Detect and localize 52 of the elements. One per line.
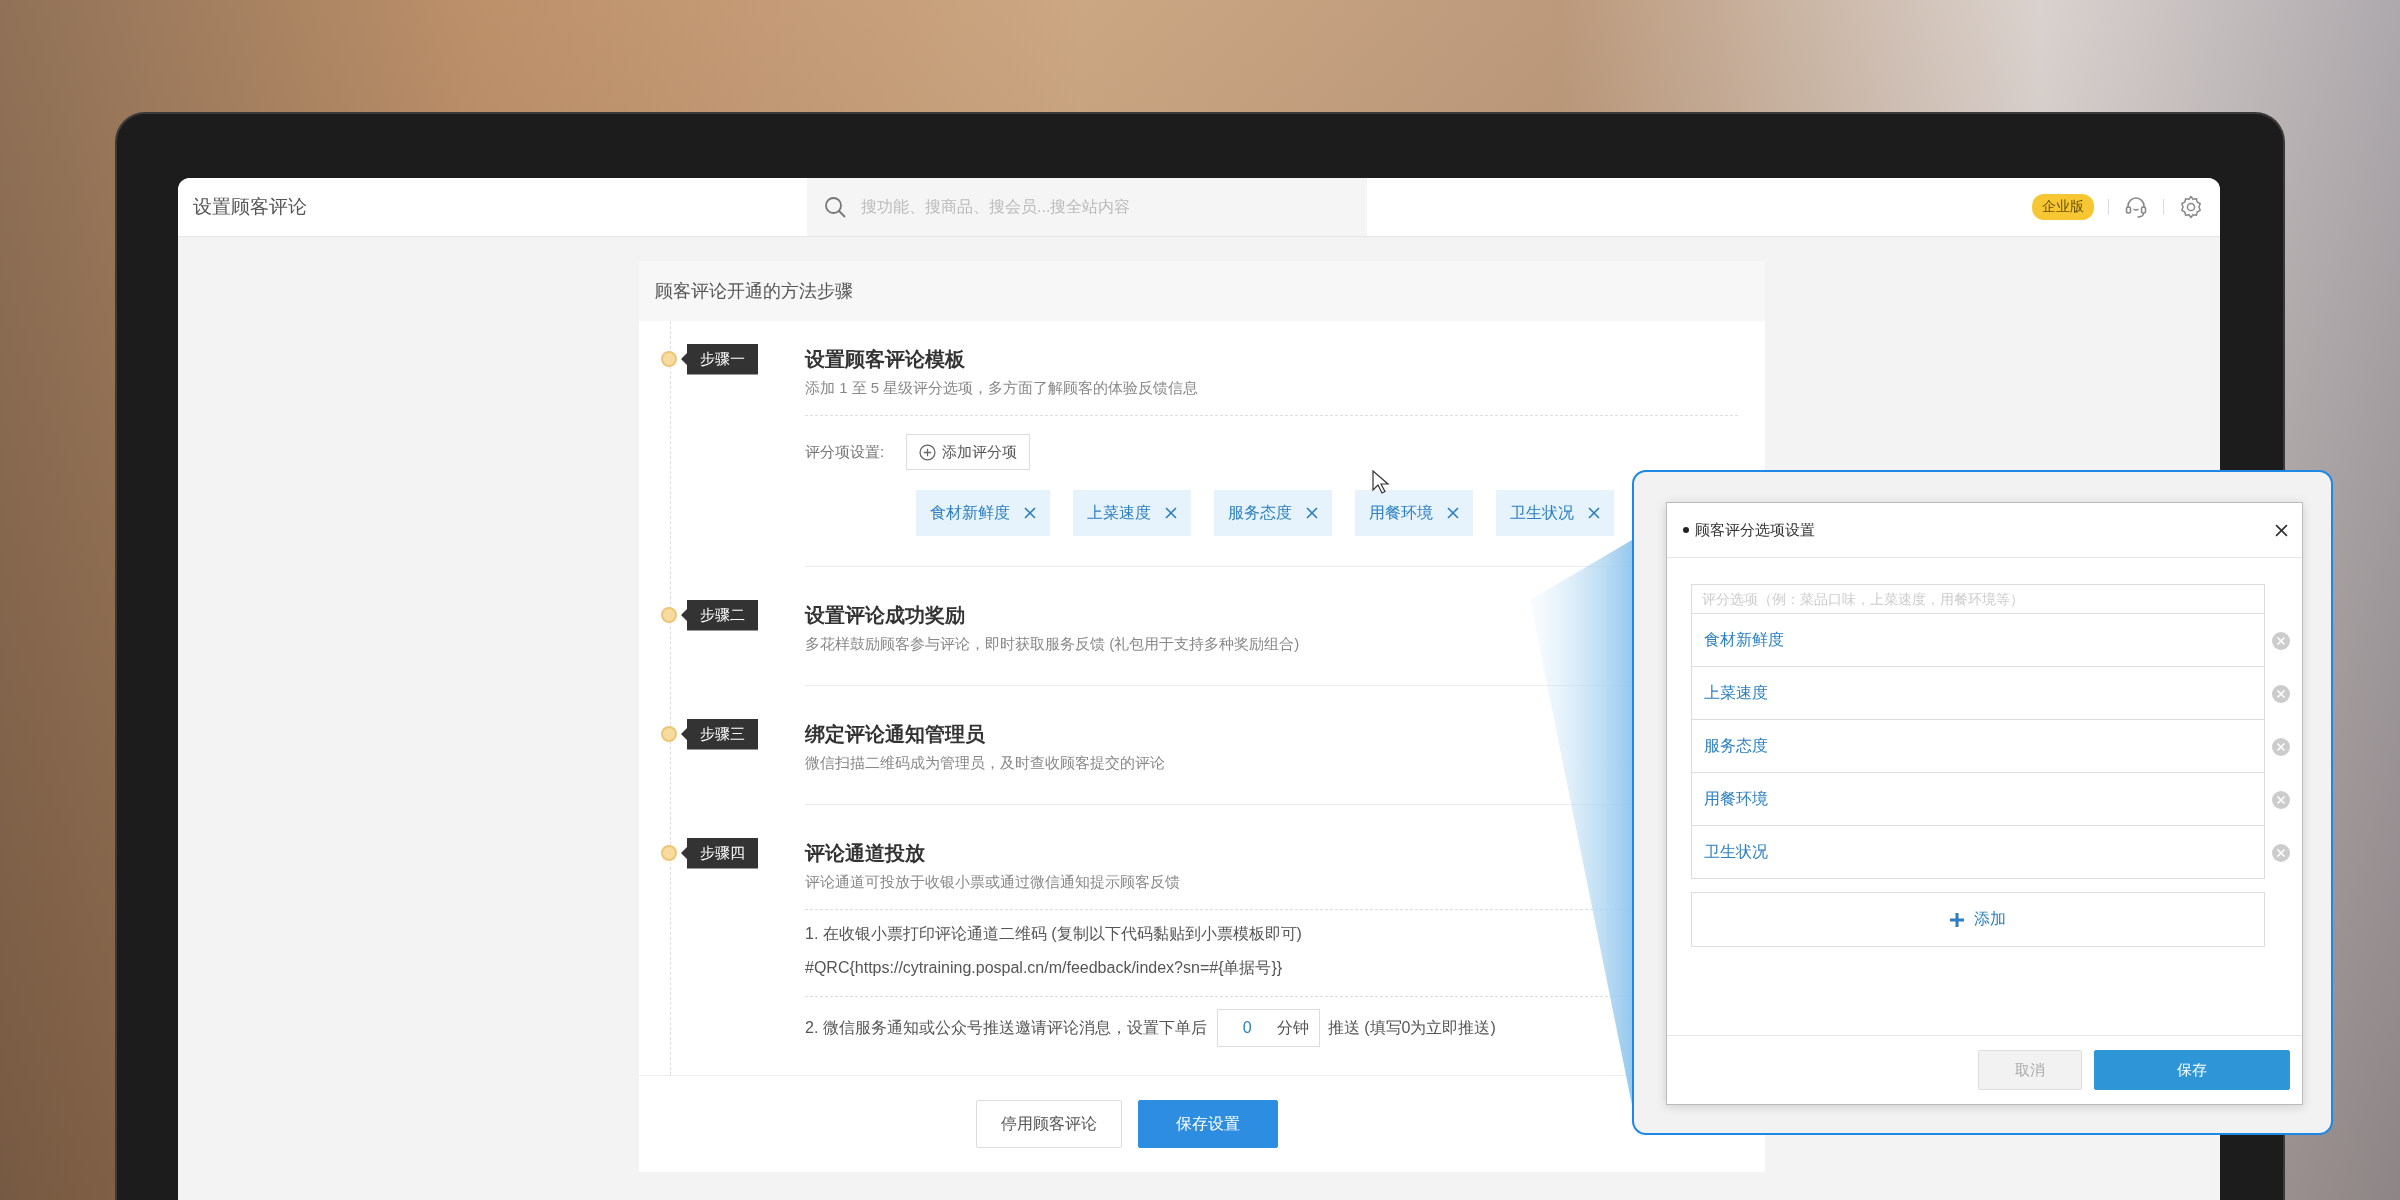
- page-title: 设置顾客评论: [192, 195, 308, 219]
- tag-label: 用餐环境: [1369, 502, 1433, 523]
- close-icon[interactable]: [2275, 523, 2288, 537]
- step-description: 多花样鼓励顾客参与评论，即时获取服务反馈 (礼包用于支持多种奖励组合): [805, 634, 1300, 654]
- step-title: 评论通道投放: [805, 841, 925, 866]
- rating-option-field[interactable]: 服务态度: [1691, 720, 2265, 773]
- step-description: 微信扫描二维码成为管理员，及时查收顾客提交的评论: [805, 753, 1165, 773]
- tag-label: 上菜速度: [1087, 502, 1151, 523]
- step-dot: [661, 351, 677, 367]
- step-title: 设置评论成功奖励: [805, 603, 965, 628]
- rating-option-field[interactable]: 用餐环境: [1691, 773, 2265, 826]
- save-button[interactable]: 保存: [2094, 1050, 2290, 1090]
- save-settings-button[interactable]: 保存设置: [1138, 1100, 1278, 1148]
- remove-icon[interactable]: [1024, 507, 1036, 519]
- rating-option-field[interactable]: 食材新鲜度: [1691, 614, 2265, 667]
- search-icon: [823, 195, 847, 219]
- rating-option-field[interactable]: 上菜速度: [1691, 667, 2265, 720]
- remove-icon[interactable]: [1306, 507, 1318, 519]
- step-label: 步骤一: [681, 343, 758, 375]
- step-label: 步骤三: [681, 718, 758, 750]
- step-description: 添加 1 至 5 星级评分选项，多方面了解顾客的体验反馈信息: [805, 378, 1199, 398]
- step-label: 步骤二: [681, 599, 758, 631]
- tag-label: 卫生状况: [1510, 502, 1574, 523]
- headset-icon[interactable]: [2123, 194, 2149, 220]
- edition-badge: 企业版: [2032, 194, 2094, 220]
- dialog-title: 顾客评分选项设置: [1695, 520, 1816, 540]
- step-dot: [661, 726, 677, 742]
- add-rating-item-button[interactable]: 添加评分项: [906, 434, 1031, 470]
- remove-icon[interactable]: [1447, 507, 1459, 519]
- step-label: 步骤四: [681, 837, 758, 869]
- add-option-button[interactable]: 添加: [1691, 892, 2265, 947]
- tag-label: 食材新鲜度: [930, 502, 1010, 523]
- step-title: 设置顾客评论模板: [805, 347, 965, 372]
- instruction-text: 1. 在收银小票打印评论通道二维码 (复制以下代码黏贴到小票模板即可): [805, 924, 1302, 944]
- instruction-text: 2. 微信服务通知或公众号推送邀请评论消息，设置下单后: [805, 1018, 1207, 1038]
- step-description: 评论通道可投放于收银小票或通过微信通知提示顾客反馈: [805, 872, 1180, 892]
- remove-icon[interactable]: [1165, 507, 1177, 519]
- plus-icon: [1950, 912, 1964, 927]
- step-title: 绑定评论通知管理员: [805, 722, 985, 747]
- settings-icon[interactable]: [2178, 194, 2204, 220]
- disable-button[interactable]: 停用顾客评论: [976, 1100, 1122, 1148]
- step-dot: [661, 845, 677, 861]
- instruction-text: 推送 (填写0为立即推送): [1327, 1018, 1496, 1038]
- rating-option-field[interactable]: 卫生状况: [1691, 826, 2265, 879]
- bullet-icon: [1683, 527, 1689, 533]
- plus-circle-icon: [919, 443, 937, 461]
- step-dot: [661, 607, 677, 623]
- section-title: 顾客评论开通的方法步骤: [639, 261, 1765, 321]
- mouse-cursor-icon: [1372, 470, 1390, 494]
- tag-label: 服务态度: [1228, 502, 1292, 523]
- remove-icon[interactable]: [1588, 507, 1600, 519]
- field-label: 评分项设置:: [805, 442, 885, 462]
